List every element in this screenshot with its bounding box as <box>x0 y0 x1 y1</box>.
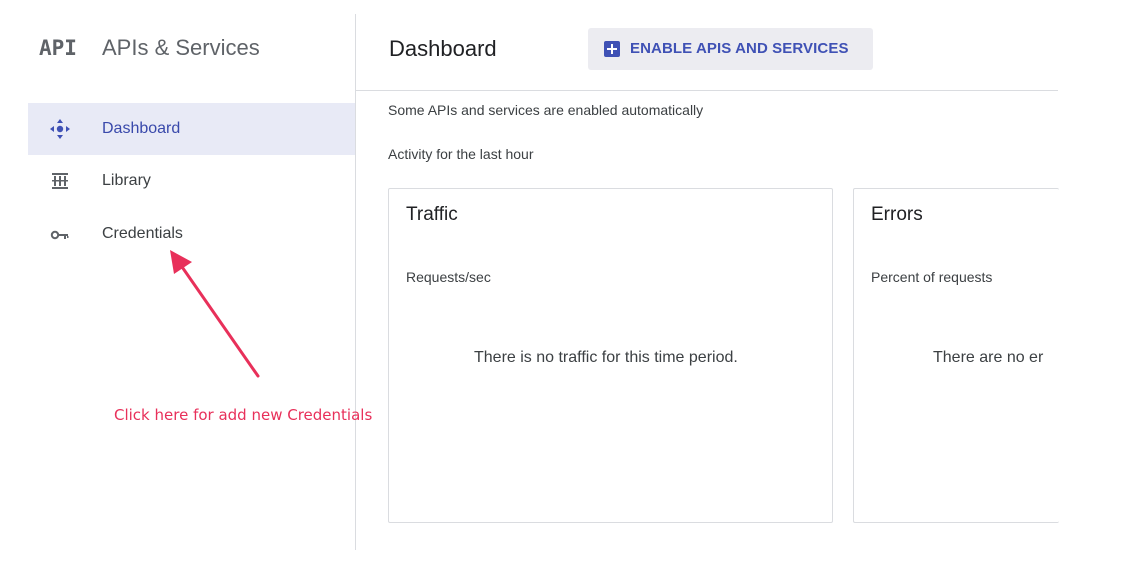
page-title: Dashboard <box>389 36 497 61</box>
sidebar-title: APIs & Services <box>102 35 260 60</box>
sidebar-header: API APIs & Services <box>28 14 355 84</box>
empty-message: There are no er <box>933 349 1044 366</box>
dashboard-icon <box>50 119 70 139</box>
sidebar-item-dashboard[interactable]: Dashboard <box>28 103 355 155</box>
card-subtitle: Percent of requests <box>871 269 993 285</box>
api-logo: API <box>39 36 77 60</box>
app-frame: API APIs & Services Dashboard Library Cr… <box>0 0 1122 576</box>
sidebar-item-label: Dashboard <box>102 120 181 137</box>
auto-enabled-notice: Some APIs and services are enabled autom… <box>388 102 704 118</box>
enable-apis-button[interactable]: ENABLE APIS AND SERVICES <box>588 28 873 70</box>
annotation-arrow-icon <box>170 250 260 378</box>
card-subtitle: Requests/sec <box>406 269 491 285</box>
sidebar-item-library[interactable]: Library <box>28 155 355 207</box>
enable-apis-button-label: ENABLE APIS AND SERVICES <box>630 40 849 57</box>
key-icon <box>50 230 69 240</box>
card-title: Traffic <box>406 204 458 225</box>
annotation-text: Click here for add new Credentials <box>114 406 373 424</box>
sidebar-item-label: Library <box>102 172 151 189</box>
empty-message: There is no traffic for this time period… <box>474 349 738 366</box>
errors-card: Errors Percent of requests There are no … <box>853 188 1059 523</box>
plus-box-icon <box>604 41 620 57</box>
activity-label: Activity for the last hour <box>388 146 534 162</box>
library-icon <box>52 173 68 189</box>
card-title: Errors <box>871 204 923 225</box>
traffic-card: Traffic Requests/sec There is no traffic… <box>388 188 833 523</box>
main-header: Dashboard ENABLE APIS AND SERVICES <box>356 14 1058 91</box>
